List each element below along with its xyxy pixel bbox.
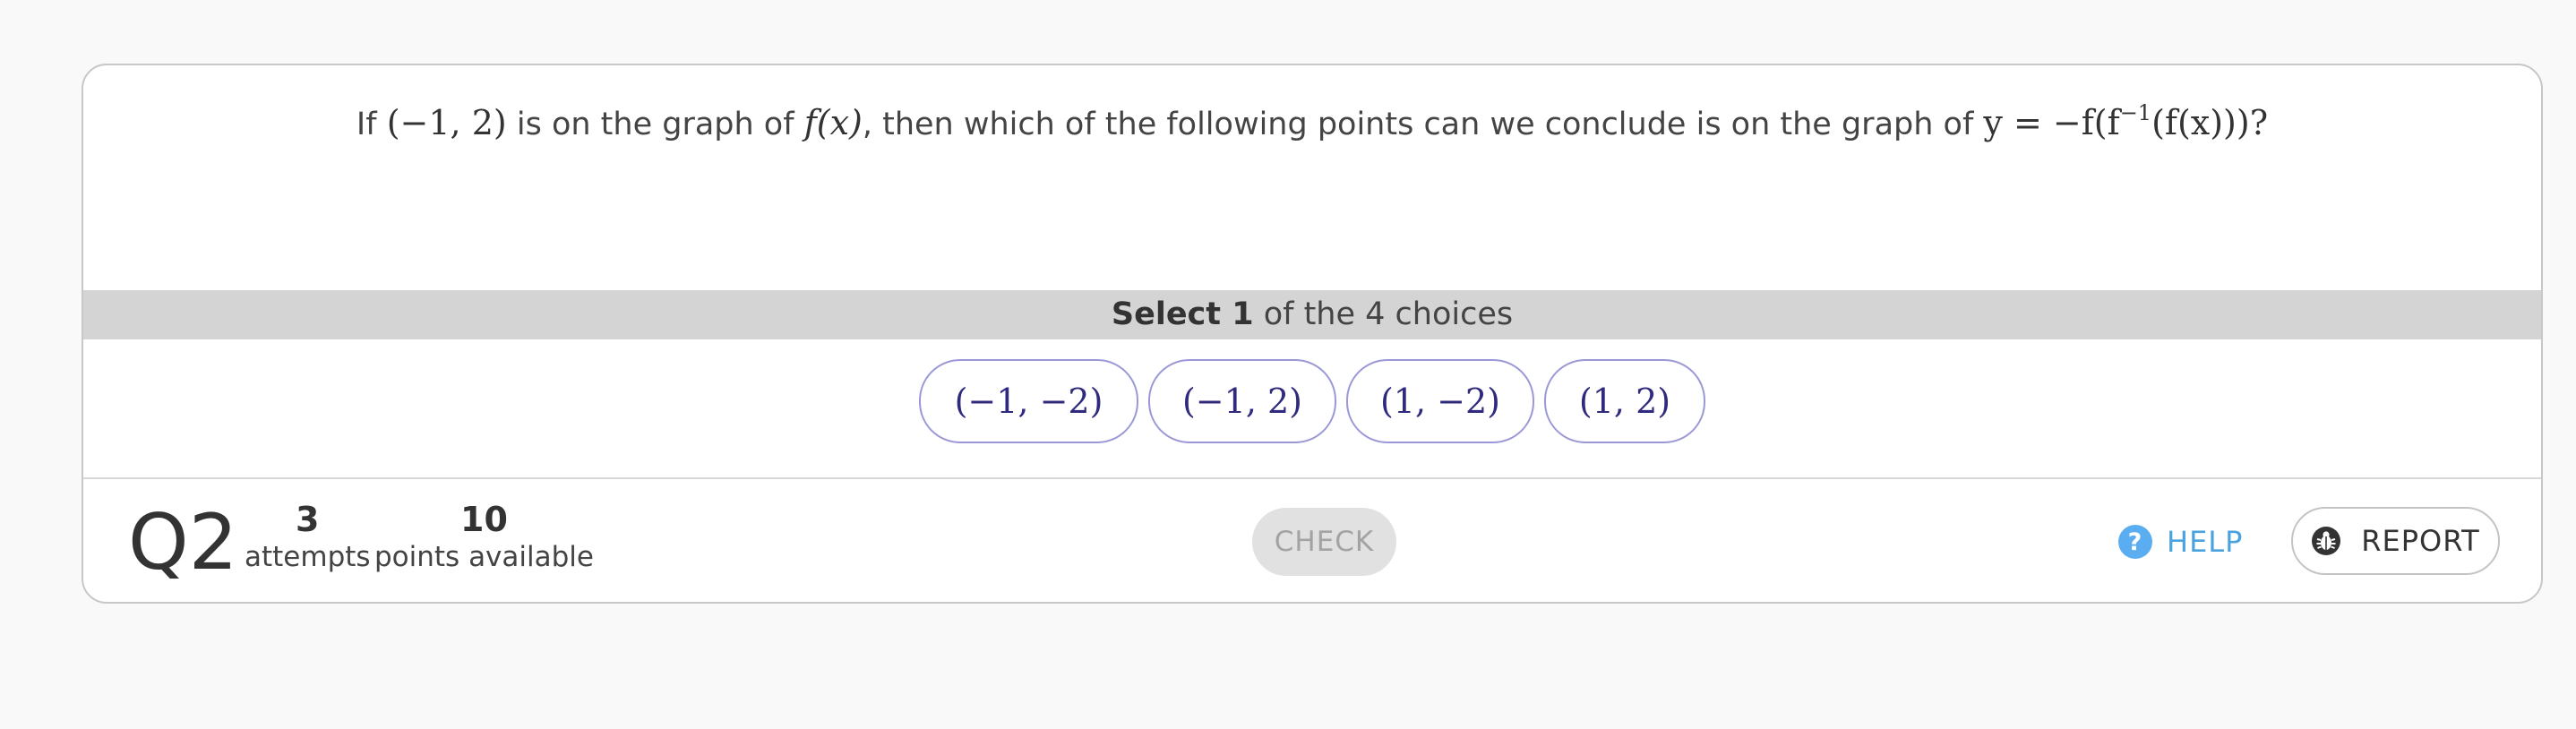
points-label: points available	[374, 541, 594, 573]
bug-icon	[2311, 526, 2341, 556]
select-instruction-bar: Select 1 of the 4 choices	[83, 290, 2541, 339]
choice-button-1[interactable]: (−1, −2)	[919, 359, 1138, 443]
choice-button-3[interactable]: (1, −2)	[1346, 359, 1534, 443]
help-button[interactable]: ? HELP	[2118, 517, 2243, 567]
select-rest: of the 4 choices	[1263, 296, 1514, 332]
question-suffix: ?	[2249, 103, 2269, 142]
question-point: (−1, 2)	[386, 103, 507, 142]
question-mid2: , then which of the following points can…	[862, 107, 1974, 142]
expr-sup: −1	[2119, 100, 2152, 125]
help-label: HELP	[2167, 525, 2244, 559]
question-mid1: is on the graph of	[516, 107, 794, 142]
choice-button-2[interactable]: (−1, 2)	[1148, 359, 1336, 443]
question-expression: y = −f(f−1(f(x)))?	[1983, 100, 2269, 142]
choices-list: (−1, −2) (−1, 2) (1, −2) (1, 2)	[83, 359, 2541, 445]
expr-tail: (f(x)))	[2151, 103, 2250, 142]
points-stat: 10 points available	[374, 501, 594, 576]
report-button[interactable]: REPORT	[2291, 507, 2500, 575]
question-number: Q2	[128, 498, 238, 587]
attempts-label: attempts	[245, 541, 371, 573]
question-text: If (−1, 2) is on the graph of f(x), then…	[83, 92, 2541, 155]
question-function: f(x)	[804, 103, 863, 142]
question-footer: Q2 3 attempts 10 points available CHECK …	[83, 479, 2541, 602]
check-button[interactable]: CHECK	[1252, 508, 1396, 576]
attempts-stat: 3 attempts	[245, 501, 371, 576]
report-label: REPORT	[2361, 524, 2480, 558]
attempts-value: 3	[296, 500, 320, 539]
choice-button-4[interactable]: (1, 2)	[1544, 359, 1705, 443]
question-card: If (−1, 2) is on the graph of f(x), then…	[82, 64, 2543, 604]
select-count: Select 1	[1111, 296, 1254, 332]
question-fx: f(x)	[803, 103, 863, 142]
question-prefix: If	[356, 107, 377, 142]
expr-main: y = −f(f	[1983, 103, 2120, 142]
points-value: 10	[460, 500, 508, 539]
question-circle-icon: ?	[2118, 525, 2152, 559]
